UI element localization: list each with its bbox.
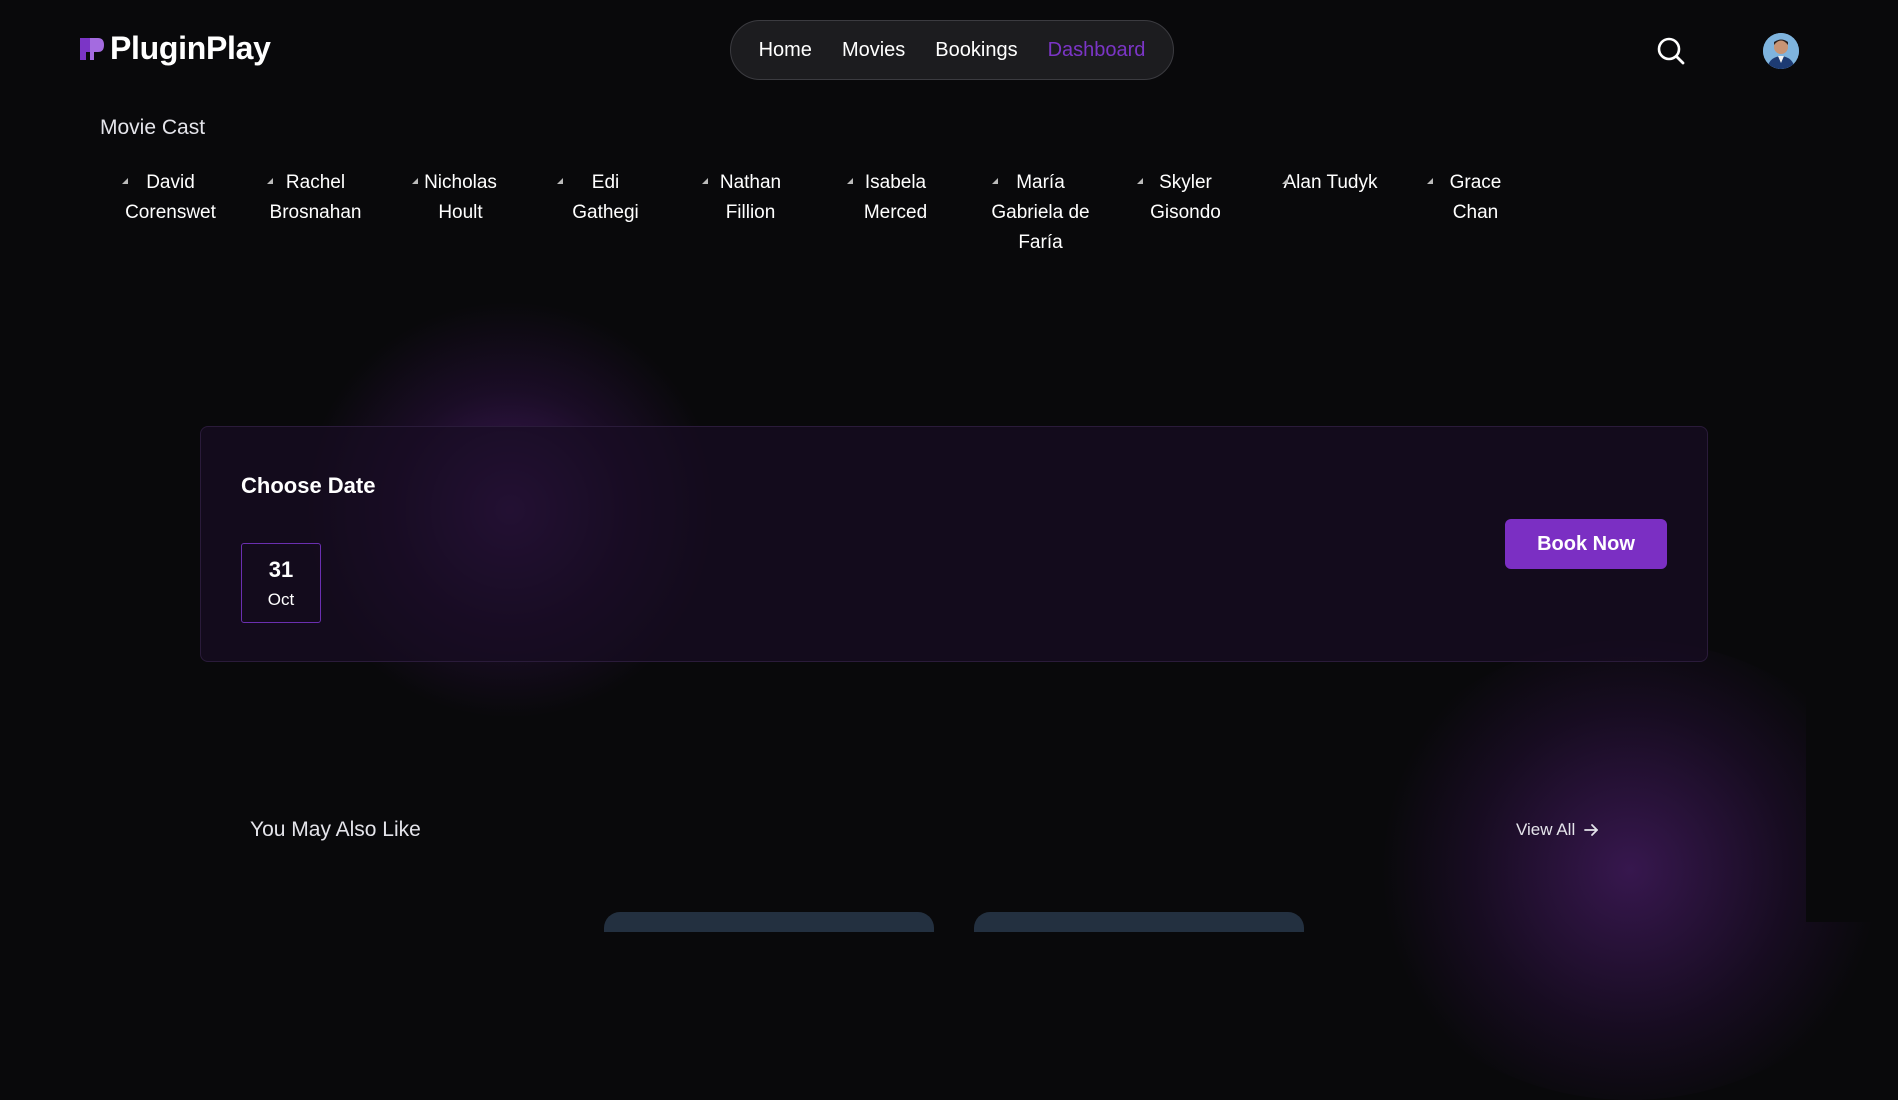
cast-member[interactable]: María Gabriela de Faría <box>968 168 1113 258</box>
nav-home[interactable]: Home <box>759 39 812 62</box>
cast-name: Hoult <box>438 202 483 223</box>
nav-bookings[interactable]: Bookings <box>935 39 1017 62</box>
broken-image-icon <box>1282 178 1288 184</box>
cast-name: Merced <box>863 202 928 223</box>
movie-card[interactable] <box>974 912 1304 932</box>
date-day: 31 <box>268 557 294 582</box>
view-all-link[interactable]: View All <box>1516 820 1599 840</box>
cast-name: Corenswet <box>125 202 216 223</box>
cast-name: Isabela <box>864 172 927 193</box>
broken-image-icon <box>412 178 418 184</box>
cast-name: Gathegi <box>572 202 639 223</box>
section-title-recommendations: You May Also Like <box>250 818 421 841</box>
cast-name: Rachel <box>285 172 346 193</box>
movie-card[interactable] <box>604 912 934 932</box>
cast-name: Brosnahan <box>269 202 362 223</box>
cast-member[interactable]: Isabela Merced <box>823 168 968 258</box>
broken-image-icon <box>122 178 128 184</box>
book-now-button[interactable]: Book Now <box>1505 519 1667 569</box>
cast-name: Nathan <box>719 172 782 193</box>
cast-member[interactable]: Alan Tudyk <box>1258 168 1403 258</box>
date-month: Oct <box>267 590 295 609</box>
view-all-label: View All <box>1516 820 1576 839</box>
cast-name: Nicholas <box>424 172 497 193</box>
cast-name: Edi <box>591 172 620 193</box>
cast-member[interactable]: Nicholas Hoult <box>388 168 533 258</box>
right-edge <box>1806 0 1898 922</box>
main-nav: Home Movies Bookings Dashboard <box>730 20 1174 80</box>
cast-name: Grace <box>1449 172 1502 193</box>
broken-image-icon <box>702 178 708 184</box>
broken-image-icon <box>1137 178 1143 184</box>
nav-movies[interactable]: Movies <box>842 39 905 62</box>
cast-member[interactable]: Nathan Fillion <box>678 168 823 258</box>
logo-icon <box>80 37 104 60</box>
cast-name: Fillion <box>725 202 776 223</box>
cast-member[interactable]: Grace Chan <box>1403 168 1548 258</box>
logo[interactable]: PluginPlay <box>78 30 271 67</box>
broken-image-icon <box>992 178 998 184</box>
broken-image-icon <box>847 178 853 184</box>
search-icon[interactable] <box>1656 36 1686 66</box>
cast-member[interactable]: Rachel Brosnahan <box>243 168 388 258</box>
cast-member[interactable]: David Corenswet <box>98 168 243 258</box>
cast-name: Chan <box>1452 202 1499 223</box>
logo-text: PluginPlay <box>110 30 271 66</box>
choose-date-title: Choose Date <box>241 473 376 498</box>
arrow-right-icon <box>1584 824 1599 836</box>
cast-name: María <box>1016 172 1065 193</box>
date-selection-card: Choose Date 31 Oct Book Now <box>200 426 1708 662</box>
cast-list: David Corenswet Rachel Brosnahan Nichola… <box>98 168 1548 258</box>
cast-name: David <box>146 172 195 193</box>
cast-name: Gisondo <box>1150 202 1221 223</box>
broken-image-icon <box>557 178 563 184</box>
cast-member[interactable]: Skyler Gisondo <box>1113 168 1258 258</box>
broken-image-icon <box>1427 178 1433 184</box>
cast-member[interactable]: Edi Gathegi <box>533 168 678 258</box>
section-title-cast: Movie Cast <box>100 116 206 139</box>
nav-dashboard[interactable]: Dashboard <box>1048 39 1146 62</box>
date-option[interactable]: 31 Oct <box>241 543 321 623</box>
cast-name: Skyler <box>1159 172 1212 193</box>
broken-image-icon <box>267 178 273 184</box>
cast-name: Faría <box>1018 232 1063 253</box>
cast-name: Gabriela de <box>991 202 1090 223</box>
cast-name: Alan Tudyk <box>1283 172 1378 193</box>
user-avatar[interactable] <box>1763 33 1799 69</box>
